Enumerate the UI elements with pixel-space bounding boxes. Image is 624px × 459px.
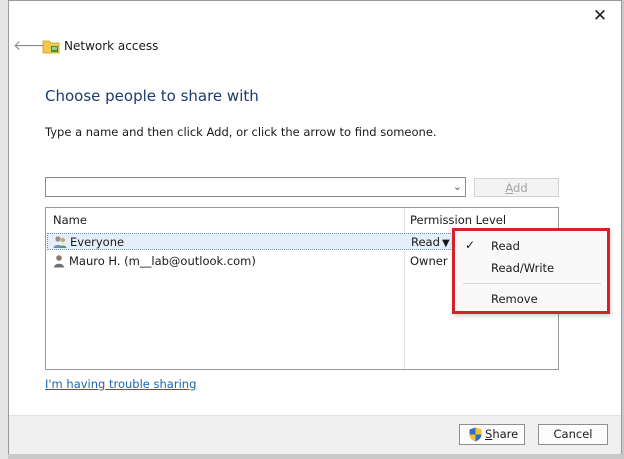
column-header-permission[interactable]: Permission Level — [410, 213, 506, 227]
desktop-background — [0, 0, 8, 459]
close-icon: ✕ — [592, 6, 608, 26]
page-heading: Choose people to share with — [45, 87, 259, 105]
uac-shield-icon — [469, 427, 482, 442]
menu-separator — [463, 283, 601, 284]
add-button-label: dd — [513, 181, 528, 195]
chevron-down-icon[interactable]: ⌄ — [453, 180, 462, 193]
network-folder-icon — [42, 40, 60, 54]
row-permission: Owner — [410, 254, 448, 268]
user-icon — [54, 255, 64, 268]
share-button-label: hare — [492, 427, 519, 441]
row-name: Mauro H. (m__lab@outlook.com) — [69, 254, 256, 268]
menu-item-label: Remove — [491, 292, 538, 306]
window-title: Network access — [64, 39, 159, 53]
add-button-accel: A — [505, 181, 514, 195]
share-button[interactable]: Share — [459, 424, 525, 445]
add-button[interactable]: Add — [474, 178, 559, 197]
name-combo-input[interactable]: ⌄ — [45, 177, 466, 197]
row-name: Everyone — [70, 235, 125, 249]
permission-dropdown-icon[interactable]: ▼ — [442, 238, 450, 249]
dialog-footer: Share Cancel — [9, 415, 621, 454]
menu-item-read-write[interactable]: Read/Write — [455, 258, 607, 278]
permission-context-menu: ✓ Read Read/Write Remove — [452, 228, 610, 314]
network-access-dialog: ✕ 🡐 Network access Choose people to shar… — [8, 0, 622, 454]
menu-item-label: Read — [491, 239, 520, 253]
cancel-button[interactable]: Cancel — [538, 424, 608, 445]
group-users-icon — [53, 236, 67, 248]
column-header-name[interactable]: Name — [53, 213, 87, 227]
row-permission: Read — [411, 235, 440, 249]
instruction-text: Type a name and then click Add, or click… — [45, 125, 437, 139]
trouble-sharing-link[interactable]: I'm having trouble sharing — [45, 377, 196, 391]
menu-item-read[interactable]: ✓ Read — [455, 236, 607, 256]
checkmark-icon: ✓ — [465, 238, 476, 252]
menu-item-remove[interactable]: Remove — [455, 289, 607, 309]
menu-item-label: Read/Write — [491, 261, 555, 275]
close-button[interactable]: ✕ — [591, 7, 609, 25]
